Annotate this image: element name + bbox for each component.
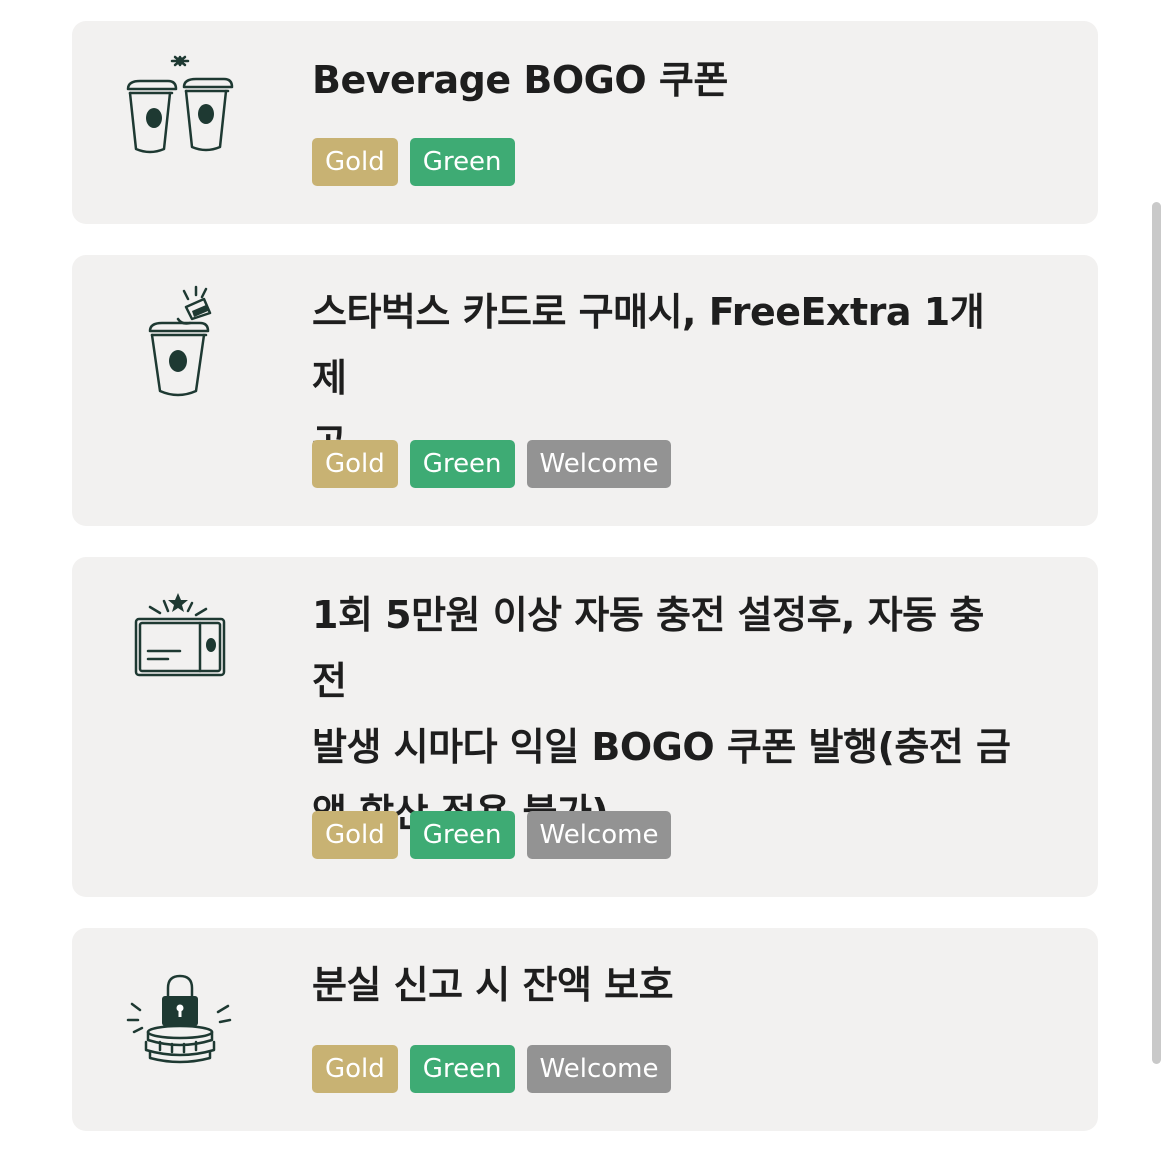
vertical-scrollbar[interactable] [1152, 202, 1161, 1064]
benefit-card-bogo: Beverage BOGO 쿠폰 Gold Green [72, 21, 1098, 224]
tag-gold: Gold [312, 440, 398, 488]
benefit-card-loss-protection: 분실 신고 시 잔액 보호 Gold Green Welcome [72, 928, 1098, 1131]
benefit-title: 1회 5만원 이상 자동 충전 설정후, 자동 충전 발생 시마다 익일 BOG… [312, 582, 1012, 846]
tag-gold: Gold [312, 138, 398, 186]
benefit-title-line: 1회 5만원 이상 자동 충전 설정후, 자동 충전 [312, 593, 984, 703]
tag-welcome: Welcome [526, 440, 672, 488]
tag-welcome: Welcome [526, 811, 672, 859]
tier-tags: Gold Green Welcome [312, 1045, 672, 1093]
tag-green: Green [409, 440, 515, 488]
tier-tags: Gold Green Welcome [312, 811, 672, 859]
two-cups-icon [120, 51, 240, 171]
tag-green: Green [409, 138, 515, 186]
tier-tags: Gold Green [312, 138, 515, 186]
tag-gold: Gold [312, 811, 398, 859]
benefit-title-line: 스타벅스 카드로 구매시, FreeExtra 1개 제 [312, 290, 985, 400]
card-icon [120, 585, 240, 705]
tag-green: Green [409, 811, 515, 859]
benefits-page: Beverage BOGO 쿠폰 Gold Green 스타벅스 카드로 구매시… [0, 0, 1170, 1160]
benefit-card-auto-charge: 1회 5만원 이상 자동 충전 설정후, 자동 충전 발생 시마다 익일 BOG… [72, 557, 1098, 897]
benefit-card-free-extra: 스타벅스 카드로 구매시, FreeExtra 1개 제 공 Gold Gree… [72, 255, 1098, 526]
tier-tags: Gold Green Welcome [312, 440, 672, 488]
tag-welcome: Welcome [526, 1045, 672, 1093]
benefit-title: Beverage BOGO 쿠폰 [312, 58, 728, 102]
tag-gold: Gold [312, 1045, 398, 1093]
benefit-title: 분실 신고 시 잔액 보호 [312, 963, 674, 1007]
cup-with-topping-icon [120, 279, 240, 399]
benefit-title-line: 발생 시마다 익일 BOGO 쿠폰 발행(충전 금 [312, 725, 1011, 769]
tag-green: Green [409, 1045, 515, 1093]
lock-coins-icon [120, 966, 240, 1086]
